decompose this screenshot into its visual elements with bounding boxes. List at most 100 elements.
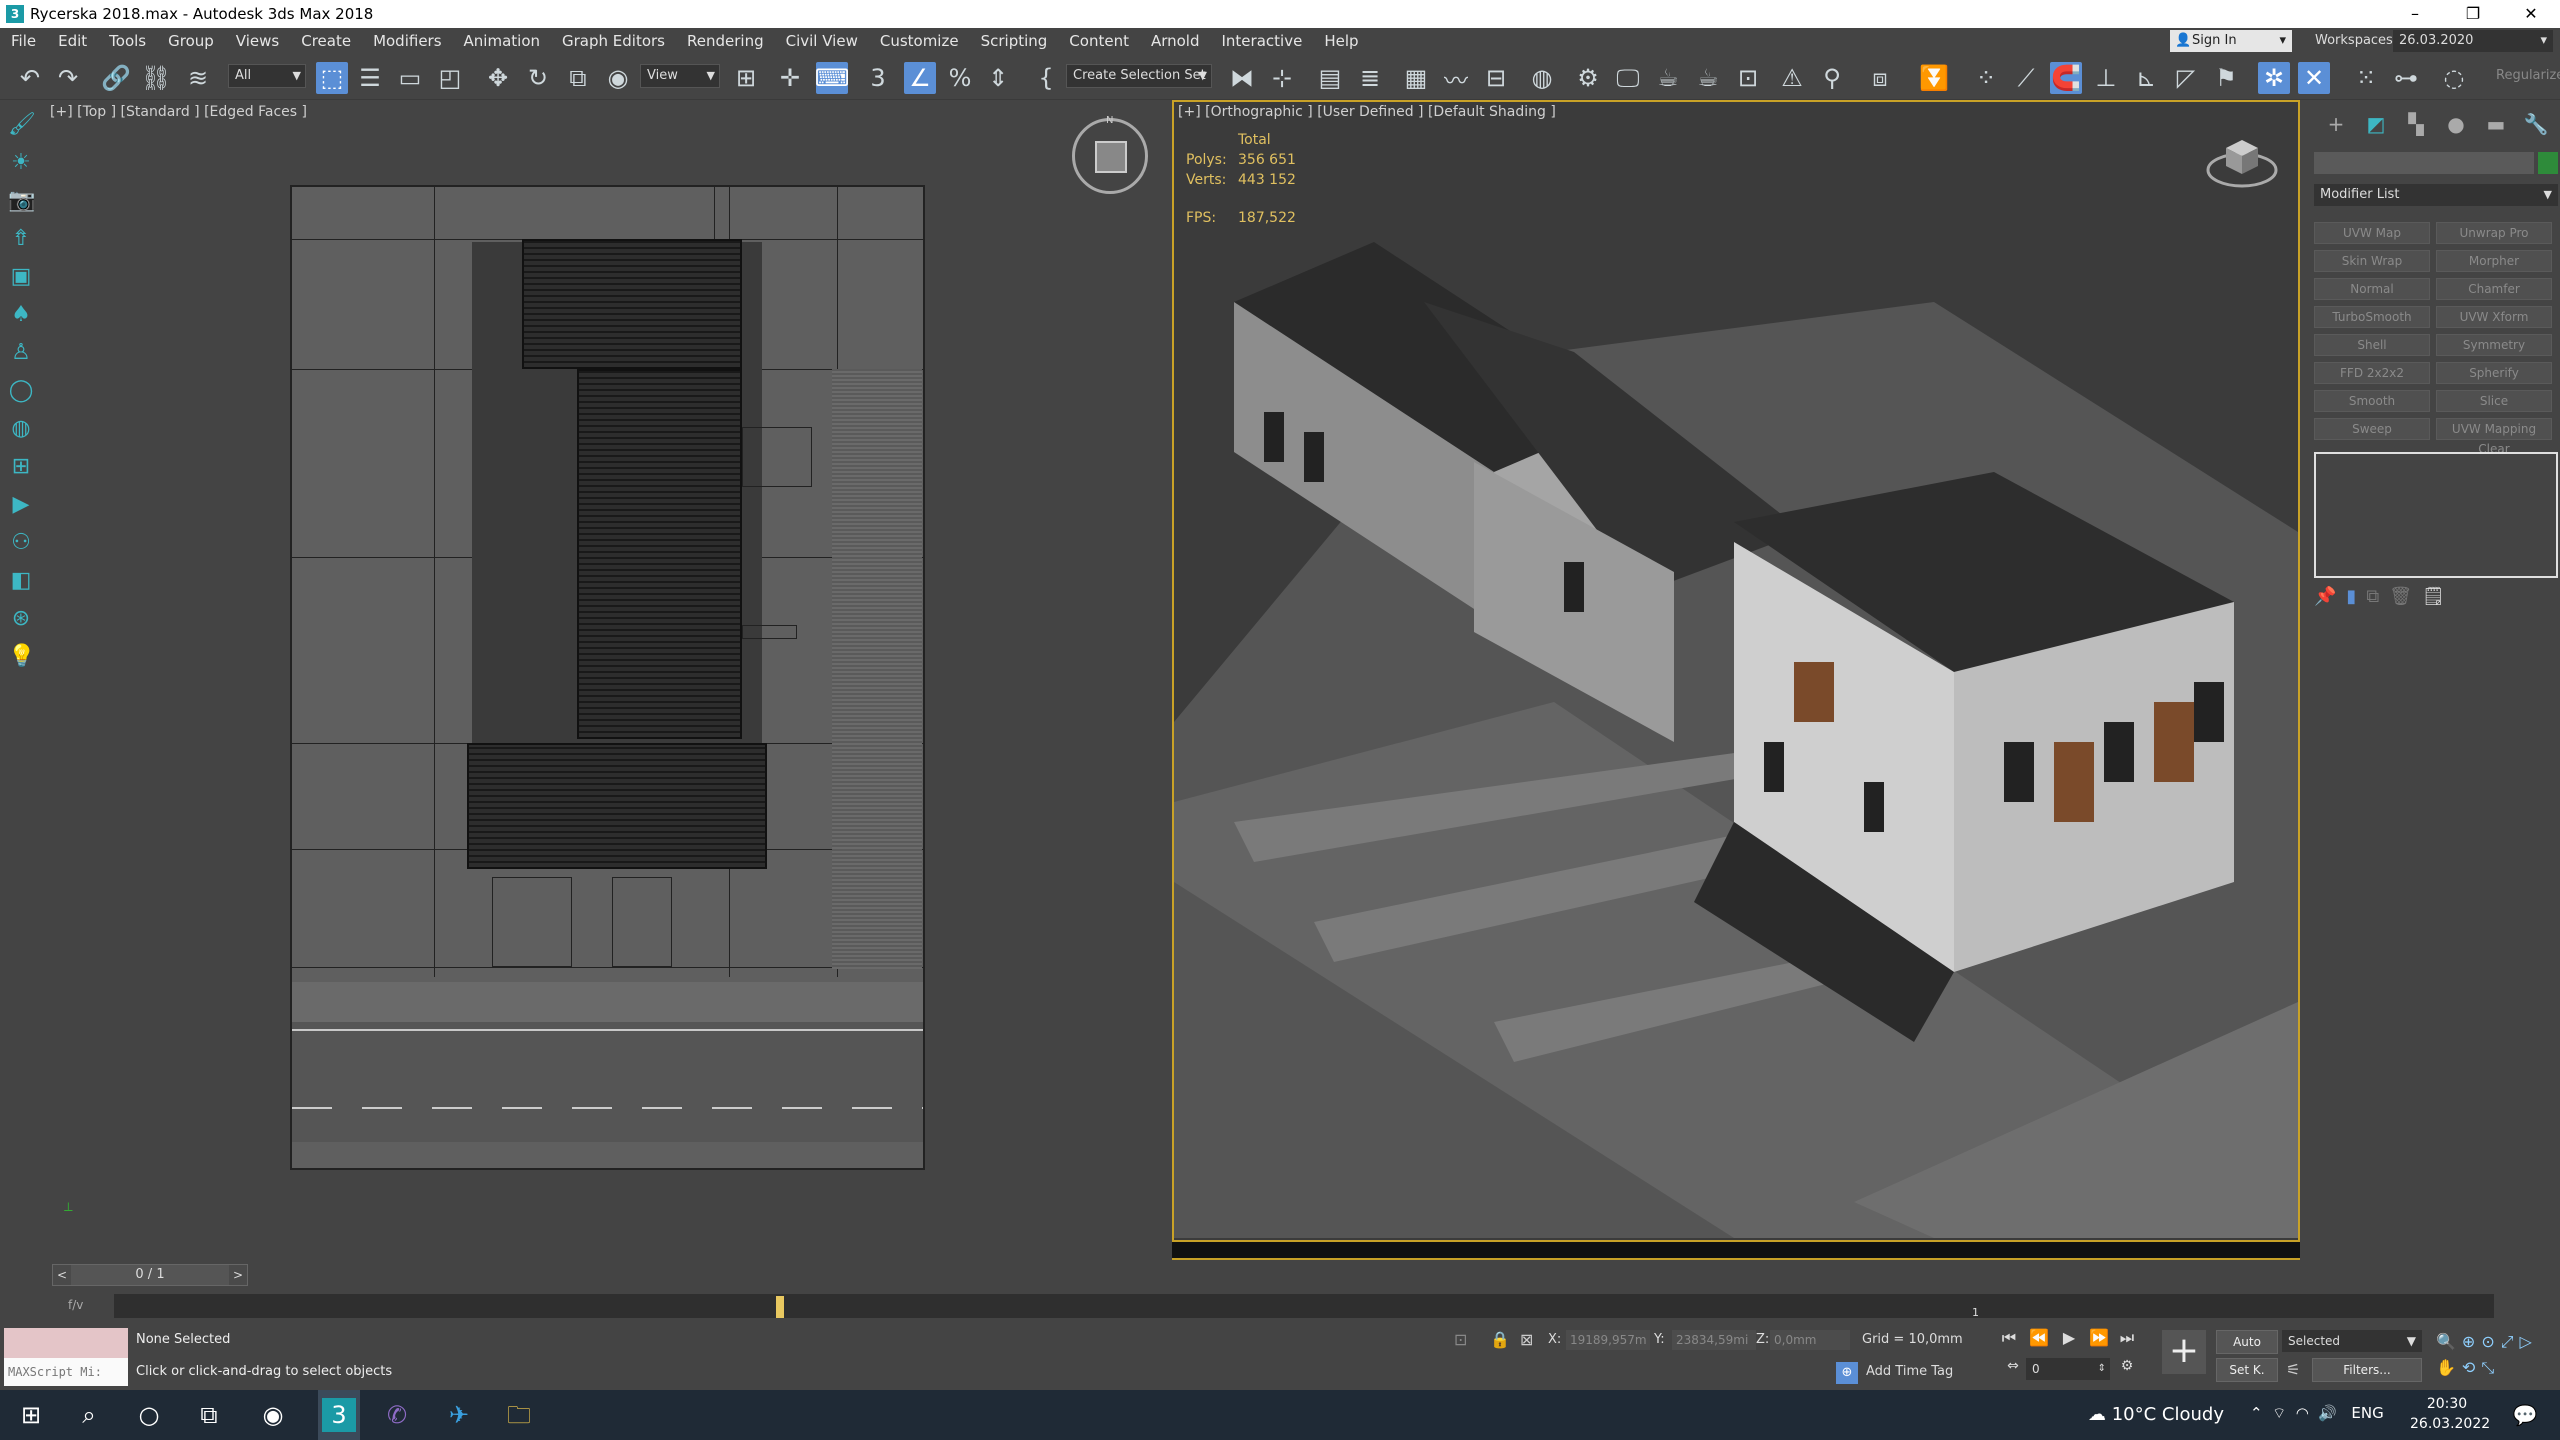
viber-icon[interactable]: ✆ — [380, 1398, 414, 1432]
modifier-button[interactable]: Slice — [2436, 390, 2552, 412]
volume-icon[interactable]: 🔊 — [2318, 1404, 2337, 1422]
maxscript-output[interactable] — [4, 1328, 128, 1358]
viewcube-top[interactable]: N — [1072, 115, 1148, 194]
render-setup-icon[interactable]: ⚙ — [1572, 62, 1604, 94]
redo-icon[interactable]: ↷ — [52, 62, 84, 94]
task-view-icon[interactable]: ⧉ — [192, 1398, 226, 1432]
undo-icon[interactable]: ↶ — [14, 62, 46, 94]
snap-tool-icon[interactable]: ⟋ — [2010, 62, 2042, 94]
field-of-view-icon[interactable]: ▷ — [2520, 1332, 2532, 1352]
modifier-button[interactable]: Smooth — [2314, 390, 2430, 412]
modifier-button[interactable]: Symmetry — [2436, 334, 2552, 356]
render-iterative-icon[interactable]: ☕ — [1692, 62, 1724, 94]
maxscript-listener[interactable]: MAXScript Mi: — [4, 1328, 128, 1386]
close-button[interactable]: ✕ — [2502, 0, 2560, 28]
menu-animation[interactable]: Animation — [453, 28, 551, 54]
reference-coordinate-dropdown[interactable]: View ▼ — [640, 64, 720, 88]
modifier-button[interactable]: Sweep — [2314, 418, 2430, 440]
zoom-all-icon[interactable]: ⊕ — [2462, 1332, 2475, 1352]
double-chevron-down-icon[interactable]: ⏬ — [1918, 62, 1950, 94]
object-color-swatch[interactable] — [2538, 152, 2558, 174]
prev-frame-button[interactable]: < — [53, 1265, 71, 1285]
current-frame-field[interactable]: 0 ⇕ — [2026, 1358, 2110, 1380]
link-icon[interactable]: 🔗 — [100, 62, 132, 94]
snap-vertex-icon[interactable]: ⊾ — [2130, 62, 2162, 94]
weather-widget[interactable]: ☁ 10°C Cloudy — [2088, 1404, 2224, 1425]
menu-rendering[interactable]: Rendering — [676, 28, 775, 54]
keyboard-shortcut-override-icon[interactable]: ⌨ — [815, 62, 849, 94]
globe-icon[interactable]: ◍ — [8, 416, 34, 442]
curve-editor-toggle[interactable]: f/v — [68, 1298, 83, 1312]
viewcube-orthographic[interactable] — [2206, 128, 2278, 190]
move-icon[interactable]: ✥ — [482, 62, 514, 94]
menu-scripting[interactable]: Scripting — [970, 28, 1059, 54]
go-to-start-icon[interactable]: ⏮ — [1996, 1328, 2022, 1348]
modifier-button[interactable]: Spherify — [2436, 362, 2552, 384]
orbit-icon[interactable]: ⟲ — [2462, 1358, 2475, 1378]
viewcube-face[interactable] — [1095, 141, 1127, 173]
y-coordinate-field[interactable]: 23834,59mi — [1672, 1330, 1756, 1350]
lock-selection-icon[interactable]: 🔒 — [1490, 1330, 1510, 1349]
modifier-button[interactable]: Unwrap Pro — [2436, 222, 2552, 244]
selection-dots-icon[interactable]: ⁘ — [1970, 62, 2002, 94]
play-icon[interactable]: ▶ — [2056, 1328, 2082, 1347]
toggle-ribbon-icon[interactable]: ▦ — [1400, 62, 1432, 94]
selection-filter-dropdown[interactable]: All ▼ — [228, 64, 306, 88]
menu-tools[interactable]: Tools — [98, 28, 157, 54]
workspaces-dropdown[interactable]: 26.03.2020 ▾ — [2393, 30, 2553, 52]
time-slider-control[interactable]: < 0 / 1 > — [52, 1264, 248, 1286]
modifier-button[interactable]: UVW Mapping Clear — [2436, 418, 2552, 456]
configure-modifier-sets-icon[interactable]: 🗒 — [2422, 586, 2445, 607]
node-graph-icon[interactable]: ⚇ — [8, 530, 34, 556]
time-configuration-icon[interactable]: ⚙ — [2114, 1358, 2140, 1374]
modifier-button[interactable]: Chamfer — [2436, 278, 2552, 300]
restore-button[interactable]: ❐ — [2444, 0, 2502, 28]
isolate-selection-icon[interactable]: ⊡ — [1454, 1330, 1467, 1349]
array-icon[interactable]: ⁙ — [2350, 62, 2382, 94]
display-tab-icon[interactable]: ▬ — [2476, 112, 2516, 136]
minimize-button[interactable]: – — [2386, 0, 2444, 28]
windows-start-icon[interactable]: ⊞ — [14, 1398, 48, 1432]
sun-icon[interactable]: ☀ — [8, 150, 34, 176]
time-tag-icon[interactable]: ⊕ — [1836, 1362, 1858, 1384]
menu-help[interactable]: Help — [1313, 28, 1369, 54]
make-unique-icon[interactable]: ⧉ — [2366, 586, 2379, 607]
add-time-tag[interactable]: Add Time Tag — [1866, 1364, 1953, 1379]
track-bar[interactable]: f/v 1 — [42, 1290, 2560, 1324]
motion-tab-icon[interactable]: ● — [2436, 112, 2476, 136]
wifi-icon[interactable]: ◠ — [2296, 1404, 2309, 1422]
maxscript-input[interactable]: MAXScript Mi: — [4, 1358, 128, 1386]
layout-icon[interactable]: ◧ — [8, 568, 34, 594]
unlink-icon[interactable]: ⛓ — [140, 62, 172, 94]
rocket-icon[interactable]: ⇮ — [8, 226, 34, 252]
camera-icon[interactable]: 📷 — [8, 188, 35, 214]
align-icon[interactable]: ⊹ — [1266, 62, 1298, 94]
rotate-icon[interactable]: ↻ — [522, 62, 554, 94]
show-end-result-icon[interactable]: ▮ — [2346, 586, 2356, 607]
menu-group[interactable]: Group — [157, 28, 225, 54]
object-name-field[interactable] — [2314, 152, 2534, 174]
set-key-icon[interactable]: + — [2162, 1330, 2206, 1374]
snap-angle-icon[interactable]: ◸ — [2170, 62, 2202, 94]
maximize-viewport-icon[interactable]: ⤡ — [2481, 1358, 2494, 1378]
film-icon[interactable]: ▶ — [8, 492, 34, 518]
clock[interactable]: 20:30 26.03.2022 — [2410, 1394, 2490, 1434]
tree-icon[interactable]: ♠ — [8, 302, 34, 328]
light-bulb-icon[interactable]: 💡 — [8, 644, 35, 670]
modifier-button[interactable]: Skin Wrap — [2314, 250, 2430, 272]
modifier-button[interactable]: UVW Map — [2314, 222, 2430, 244]
mirror-icon[interactable]: ⧓ — [1226, 62, 1258, 94]
schematic-view-icon[interactable]: ⊟ — [1480, 62, 1512, 94]
render-in-cloud-icon[interactable]: ⊡ — [1732, 62, 1764, 94]
orbit-icon[interactable]: ⊛ — [8, 606, 34, 632]
network-icon[interactable]: ⌔ — [2272, 1404, 2286, 1422]
notifications-icon[interactable]: 💬 — [2508, 1398, 2542, 1432]
next-frame-button[interactable]: > — [229, 1265, 247, 1285]
language-indicator[interactable]: ENG — [2351, 1404, 2383, 1422]
menu-modifiers[interactable]: Modifiers — [362, 28, 452, 54]
utilities-tab-icon[interactable]: 🔧 — [2516, 112, 2556, 136]
pivot-center-icon[interactable]: ⊞ — [730, 62, 762, 94]
menu-interactive[interactable]: Interactive — [1211, 28, 1314, 54]
select-by-name-icon[interactable]: ☰ — [354, 62, 386, 94]
menu-graph-editors[interactable]: Graph Editors — [551, 28, 676, 54]
